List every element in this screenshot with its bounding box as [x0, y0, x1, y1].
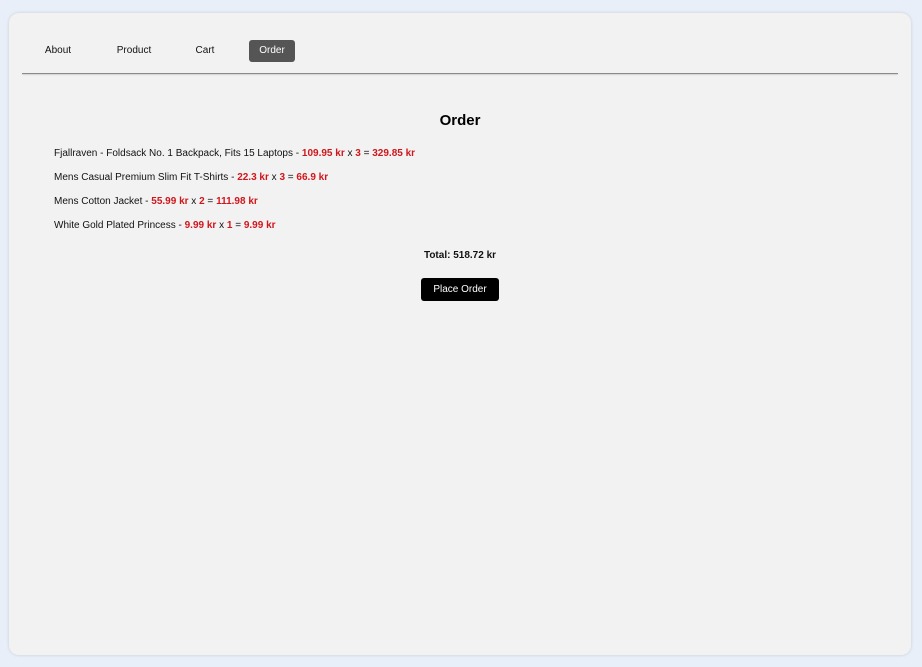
top-nav: About Product Cart Order	[9, 40, 911, 62]
item-subtotal: 329.85 kr	[372, 148, 416, 159]
order-item: White Gold Plated Princess - 9.99 kr x 1…	[54, 220, 276, 231]
item-price: 55.99 kr	[151, 196, 189, 207]
item-subtotal: 9.99 kr	[243, 220, 276, 231]
item-quantity: 3	[355, 148, 361, 159]
item-subtotal: 111.98 kr	[216, 196, 258, 207]
place-order-button[interactable]: Place Order	[421, 278, 499, 301]
nav-item-order[interactable]: Order	[249, 40, 295, 62]
nav-divider	[22, 73, 898, 74]
item-price: 109.95 kr	[301, 148, 345, 159]
item-subtotal: 66.9 kr	[296, 172, 329, 183]
item-price: 22.3 kr	[237, 172, 269, 183]
item-quantity: 1	[226, 220, 233, 231]
order-item: Fjallraven - Foldsack No. 1 Backpack, Fi…	[54, 148, 416, 159]
order-total: Total: 518.72 kr	[423, 250, 497, 261]
item-price: 9.99 kr	[184, 220, 217, 231]
order-item: Mens Casual Premium Slim Fit T-Shirts - …	[54, 172, 329, 183]
nav-item-cart[interactable]: Cart	[189, 40, 221, 62]
item-quantity: 2	[199, 196, 205, 207]
order-item-list: Fjallraven - Foldsack No. 1 Backpack, Fi…	[54, 148, 415, 244]
page-title: Order	[439, 112, 481, 129]
main-card: About Product Cart Order Order Fjallrave…	[9, 13, 911, 655]
order-item: Mens Cotton Jacket - 55.99 kr x 2 = 111.…	[54, 196, 258, 207]
item-quantity: 3	[279, 172, 286, 183]
nav-item-about[interactable]: About	[37, 40, 79, 62]
item-name: White Gold Plated Princess	[54, 220, 176, 231]
item-name: Mens Cotton Jacket	[54, 196, 143, 207]
nav-item-product[interactable]: Product	[109, 40, 159, 62]
item-name: Mens Casual Premium Slim Fit T-Shirts	[54, 172, 229, 183]
item-name: Fjallraven - Foldsack No. 1 Backpack, Fi…	[54, 148, 293, 159]
